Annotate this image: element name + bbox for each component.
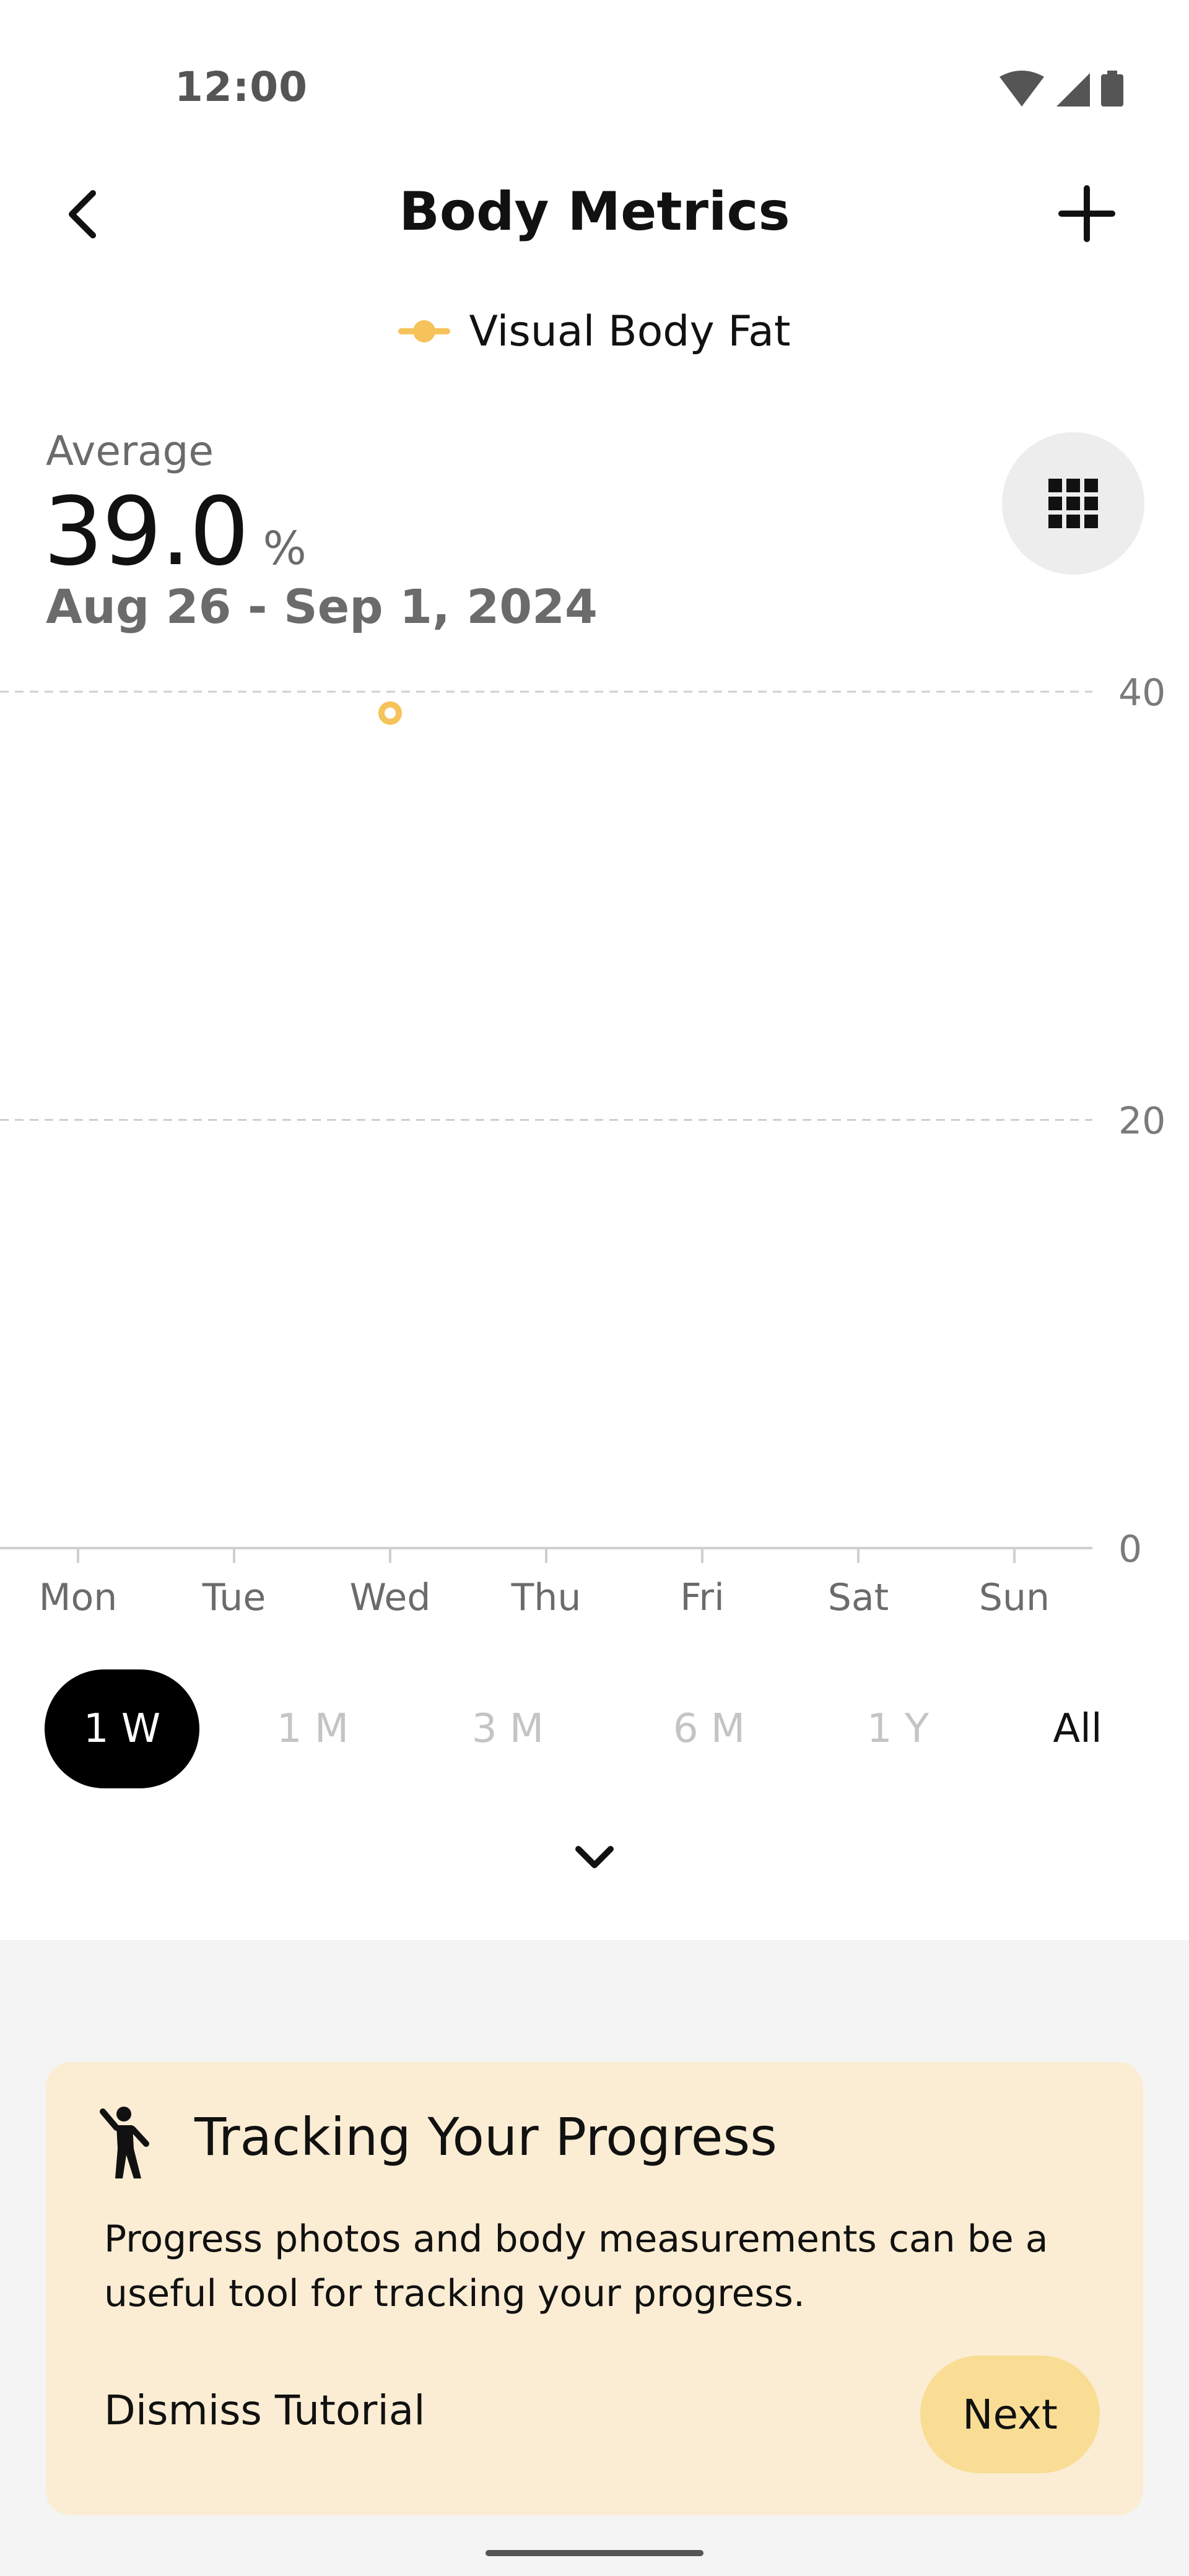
y-tick-label: 20 [1118, 1100, 1165, 1143]
wifi-icon [1000, 71, 1044, 107]
x-tick-label: Mon [39, 1576, 118, 1619]
expand-button[interactable] [557, 1827, 632, 1889]
average-label: Average [46, 427, 214, 475]
average-unit: % [263, 522, 307, 575]
next-button[interactable]: Next [920, 2356, 1100, 2473]
plus-icon [1058, 185, 1115, 242]
date-range: Aug 26 - Sep 1, 2024 [46, 579, 598, 634]
legend-label: Visual Body Fat [469, 307, 791, 356]
chevron-down-icon [575, 1846, 614, 1868]
x-tick-label: Thu [511, 1576, 581, 1619]
average-value: 39.0 [43, 477, 249, 586]
y-tick-label: 0 [1118, 1528, 1142, 1571]
x-tick-label: Fri [680, 1576, 724, 1619]
range-chip-all[interactable]: All [1000, 1669, 1155, 1788]
person-walking-icon [100, 2107, 149, 2178]
cellular-signal-icon [1056, 73, 1090, 107]
tutorial-body: Progress photos and body measurements ca… [104, 2217, 1048, 2315]
chart-legend[interactable]: Visual Body Fat [0, 297, 1189, 365]
range-chip-3m[interactable]: 3 M [430, 1669, 585, 1788]
tutorial-title: Tracking Your Progress [194, 2107, 777, 2167]
grid-view-button[interactable] [1002, 432, 1144, 575]
range-chip-1w[interactable]: 1 W [45, 1669, 199, 1788]
range-chip-1y[interactable]: 1 Y [821, 1669, 975, 1788]
battery-icon [1101, 71, 1123, 107]
data-point [378, 701, 402, 725]
grid-icon [1048, 479, 1098, 528]
chart-canvas: 0 20 40 Mon Tue Wed Thu Fri Sat Sun [0, 671, 1165, 1619]
x-tick-label: Sat [828, 1576, 889, 1619]
x-tick-label: Sun [979, 1576, 1050, 1619]
body-metrics-screen: 12:00 Body Metrics Visual Body Fat Avera… [0, 0, 1189, 2576]
tutorial-card: Tracking Your Progress Progress photos a… [46, 2062, 1143, 2515]
status-time: 12:00 [175, 63, 308, 111]
x-tick-label: Tue [202, 1576, 266, 1619]
body-fat-chart[interactable]: 0 20 40 Mon Tue Wed Thu Fri Sat Sun [0, 656, 1189, 1660]
top-app-bar: Body Metrics [0, 161, 1189, 272]
time-range-selector: 1 W 1 M 3 M 6 M 1 Y All [0, 1669, 1189, 1788]
average-value-row: 39.0 % [43, 477, 307, 586]
dismiss-tutorial-button[interactable]: Dismiss Tutorial [104, 2387, 425, 2434]
status-icons [997, 68, 1139, 111]
legend-swatch-icon [398, 320, 451, 342]
status-bar: 12:00 [0, 0, 1189, 142]
range-chip-1m[interactable]: 1 M [235, 1669, 390, 1788]
range-chip-6m[interactable]: 6 M [632, 1669, 786, 1788]
x-tick-label: Wed [350, 1576, 431, 1619]
home-indicator[interactable] [486, 2550, 703, 2556]
add-entry-button[interactable] [1053, 180, 1121, 248]
y-tick-label: 40 [1118, 671, 1165, 715]
page-title: Body Metrics [399, 181, 790, 243]
